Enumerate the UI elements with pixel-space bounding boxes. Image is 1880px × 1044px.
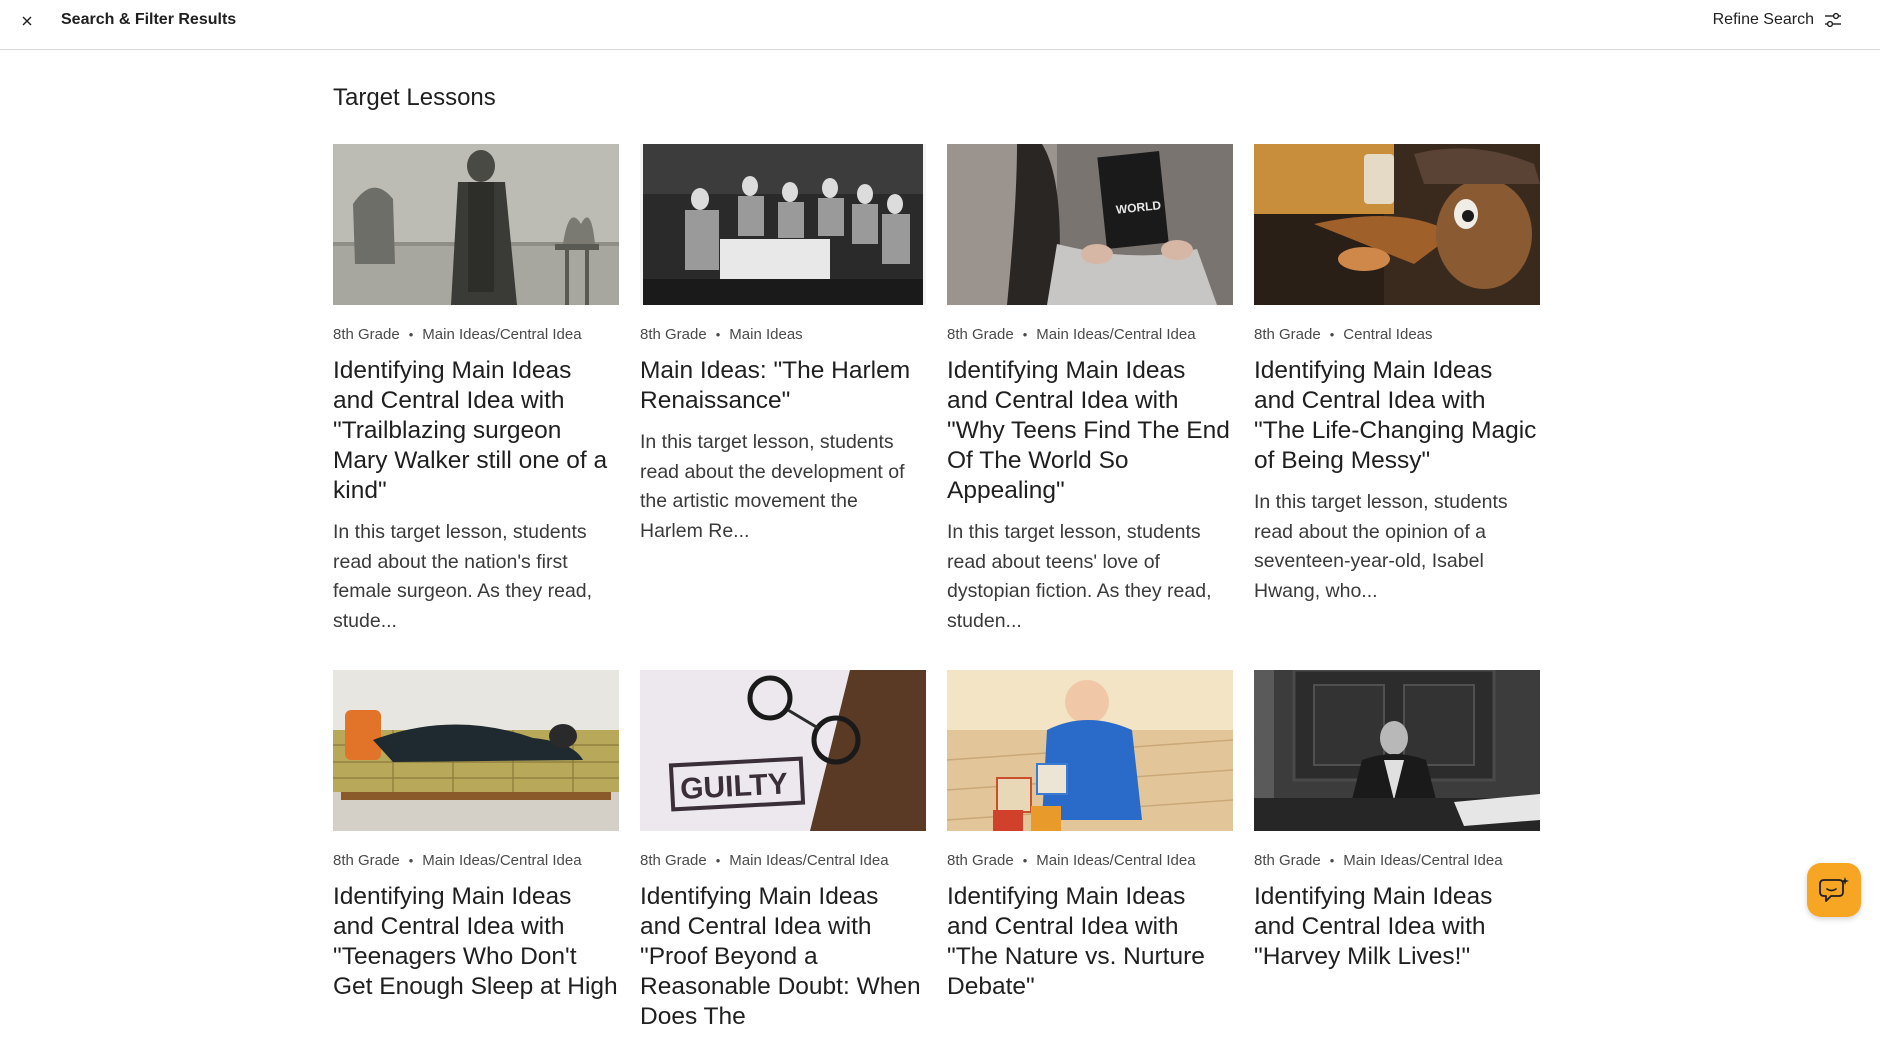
lesson-meta: 8th Grade • Main Ideas/Central Idea [640,852,926,869]
topic-label: Main Ideas/Central Idea [729,852,889,869]
lesson-grid: 8th Grade • Main Ideas/Central Idea Iden… [333,144,1540,1044]
topic-label: Main Ideas/Central Idea [422,852,582,869]
lesson-thumbnail [640,144,926,305]
grade-label: 8th Grade [640,326,707,343]
section-title: Target Lessons [333,84,496,111]
lesson-title[interactable]: Identifying Main Ideas and Central Idea … [333,882,619,1002]
lesson-card[interactable]: 8th Grade • Main Ideas/Central Idea Iden… [333,670,619,1044]
lesson-thumbnail [947,670,1233,831]
page-title: Search & Filter Results [61,11,237,28]
lesson-thumbnail [333,670,619,831]
meta-separator: • [408,327,414,342]
lesson-description: In this target lesson, students read abo… [333,521,593,632]
sliders-icon [1825,12,1841,28]
meta-separator: • [408,853,414,868]
grade-label: 8th Grade [1254,326,1321,343]
lesson-card[interactable]: GUILTY 8th Grade • Main Ideas/Central Id… [640,670,926,1044]
lesson-card[interactable]: 8th Grade • Central Ideas Identifying Ma… [1254,144,1540,636]
lesson-thumbnail: WORLD [947,144,1233,305]
refine-search-button[interactable]: Refine Search [1713,11,1842,29]
topic-label: Main Ideas/Central Idea [1036,852,1196,869]
close-icon [22,16,32,26]
lesson-meta: 8th Grade • Main Ideas/Central Idea [333,852,619,869]
lesson-description: In this target lesson, students read abo… [640,431,905,542]
close-button[interactable] [16,10,38,32]
grade-label: 8th Grade [947,852,1014,869]
topic-label: Main Ideas/Central Idea [1036,326,1196,343]
topic-label: Main Ideas/Central Idea [422,326,582,343]
svg-text:GUILTY: GUILTY [679,767,788,806]
grade-label: 8th Grade [333,852,400,869]
lesson-title[interactable]: Main Ideas: "The Harlem Renaissance" [640,356,926,416]
lesson-description: In this target lesson, students read abo… [947,521,1212,632]
lesson-title[interactable]: Identifying Main Ideas and Central Idea … [640,882,926,1032]
lesson-card[interactable]: 8th Grade • Main Ideas Main Ideas: "The … [640,144,926,636]
lesson-meta: 8th Grade • Main Ideas/Central Idea [947,852,1233,869]
topic-label: Central Ideas [1343,326,1433,343]
meta-separator: • [1329,853,1335,868]
lesson-card[interactable]: 8th Grade • Main Ideas/Central Idea Iden… [1254,670,1540,1044]
lesson-title[interactable]: Identifying Main Ideas and Central Idea … [947,882,1233,1002]
topic-label: Main Ideas [729,326,803,343]
meta-separator: • [715,853,721,868]
lesson-meta: 8th Grade • Main Ideas/Central Idea [947,326,1233,343]
grade-label: 8th Grade [947,326,1014,343]
lesson-title[interactable]: Identifying Main Ideas and Central Idea … [1254,882,1540,972]
lesson-thumbnail: GUILTY [640,670,926,831]
lesson-meta: 8th Grade • Main Ideas [640,326,926,343]
grade-label: 8th Grade [1254,852,1321,869]
help-chat-button[interactable] [1807,863,1861,917]
lesson-title[interactable]: Identifying Main Ideas and Central Idea … [947,356,1233,506]
meta-separator: • [1329,327,1335,342]
top-bar: Search & Filter Results Refine Search [0,0,1880,50]
chat-help-icon [1819,877,1849,902]
lesson-card[interactable]: 8th Grade • Main Ideas/Central Idea Iden… [333,144,619,636]
lesson-meta: 8th Grade • Main Ideas/Central Idea [333,326,619,343]
lesson-title[interactable]: Identifying Main Ideas and Central Idea … [333,356,619,506]
grade-label: 8th Grade [333,326,400,343]
lesson-title[interactable]: Identifying Main Ideas and Central Idea … [1254,356,1540,476]
refine-search-label: Refine Search [1712,11,1814,28]
lesson-description: In this target lesson, students read abo… [1254,491,1508,602]
grade-label: 8th Grade [640,852,707,869]
lesson-thumbnail [1254,144,1540,305]
lesson-card[interactable]: WORLD 8th Grade • Main Ideas/Central Ide… [947,144,1233,636]
lesson-meta: 8th Grade • Central Ideas [1254,326,1540,343]
lesson-thumbnail [333,144,619,305]
lesson-thumbnail [1254,670,1540,831]
topic-label: Main Ideas/Central Idea [1343,852,1503,869]
lesson-card[interactable]: 8th Grade • Main Ideas/Central Idea Iden… [947,670,1233,1044]
meta-separator: • [1022,853,1028,868]
lesson-meta: 8th Grade • Main Ideas/Central Idea [1254,852,1540,869]
meta-separator: • [715,327,721,342]
meta-separator: • [1022,327,1028,342]
